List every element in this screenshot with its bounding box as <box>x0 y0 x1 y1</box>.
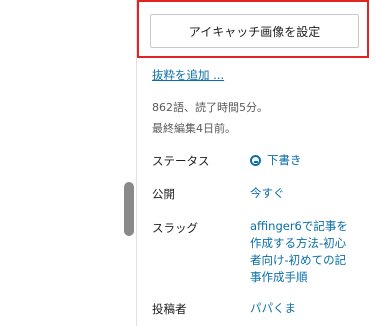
slug-line: affinger6で記事を <box>250 219 348 233</box>
slug-value[interactable]: affinger6で記事を 作成する方法-初心 者向け-初めての記 事作成手順 <box>250 218 348 286</box>
author-label: 投稿者 <box>152 302 187 316</box>
author-value[interactable]: パパくま <box>250 300 296 317</box>
publish-label: 公開 <box>152 187 175 201</box>
publish-value[interactable]: 今すぐ <box>250 185 285 202</box>
add-excerpt-link[interactable]: 抜粋を追加 ... <box>152 67 224 83</box>
slug-line: 作成する方法-初心 <box>250 236 347 250</box>
editor-canvas-edge <box>0 0 136 326</box>
last-edited-text: 最終編集4日前。 <box>152 122 236 135</box>
word-count-text: 862語、読了時間5分。 <box>152 101 268 114</box>
status-value-text: 下書き <box>267 153 302 167</box>
post-settings-sidebar: アイキャッチ画像を設定 抜粋を追加 ... 862語、読了時間5分。 最終編集4… <box>137 0 375 326</box>
slug-label: スラッグ <box>152 221 198 235</box>
set-featured-image-button[interactable]: アイキャッチ画像を設定 <box>150 14 359 48</box>
draft-status-icon <box>250 155 261 166</box>
status-value[interactable]: 下書き <box>250 152 302 169</box>
slug-line: 者向け-初めての記 <box>250 253 347 267</box>
slug-line: 事作成手順 <box>250 270 308 284</box>
scrollbar-thumb[interactable] <box>124 182 134 236</box>
status-label: ステータス <box>152 154 210 168</box>
